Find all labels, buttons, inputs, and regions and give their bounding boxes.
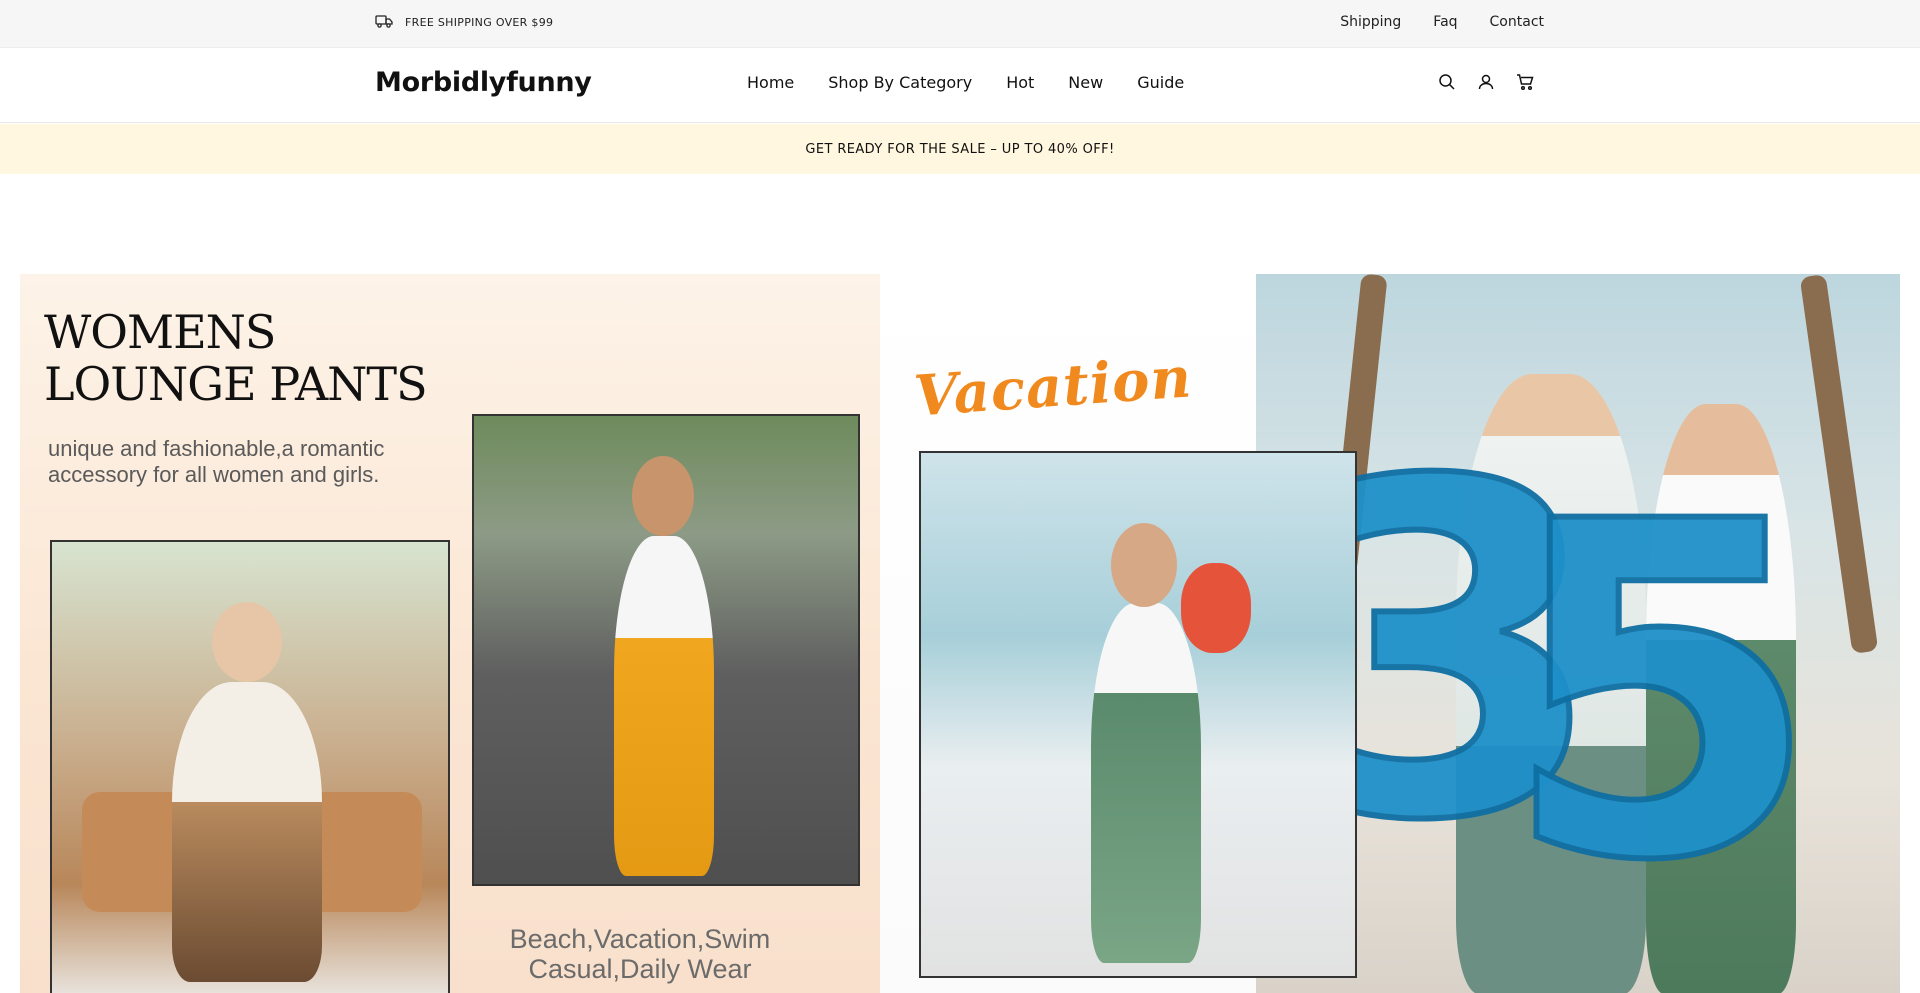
top-utility-bar: FREE SHIPPING OVER $99 Shipping Faq Cont… — [0, 0, 1920, 48]
nav-guide[interactable]: Guide — [1137, 73, 1184, 92]
model-figure — [614, 536, 714, 876]
hero-photo-floral-yellow-pants — [472, 414, 860, 886]
nav-home[interactable]: Home — [747, 73, 794, 92]
contact-link[interactable]: Contact — [1490, 14, 1544, 30]
hero-banner[interactable]: WOMENS LOUNGE PANTS unique and fashionab… — [20, 274, 1900, 993]
model-figure — [1091, 603, 1201, 963]
truck-icon — [375, 14, 393, 31]
hero-left-panel: WOMENS LOUNGE PANTS unique and fashionab… — [20, 274, 880, 993]
baby-figure — [1181, 563, 1251, 653]
utility-links: Shipping Faq Contact — [1340, 14, 1544, 30]
nav-hot[interactable]: Hot — [1006, 73, 1034, 92]
cart-icon[interactable] — [1515, 72, 1535, 92]
sale-announcement-bar[interactable]: GET READY FOR THE SALE – UP TO 40% OFF! — [0, 124, 1920, 174]
search-icon[interactable] — [1437, 72, 1457, 92]
hero-photo-green-floral-pants — [919, 451, 1357, 978]
sale-announcement-text: GET READY FOR THE SALE – UP TO 40% OFF! — [805, 141, 1115, 157]
hero-photo-leopard-pants — [50, 540, 450, 993]
faq-link[interactable]: Faq — [1433, 14, 1457, 30]
free-shipping-notice: FREE SHIPPING OVER $99 — [375, 14, 553, 31]
model-figure — [172, 682, 322, 982]
model-head — [212, 602, 282, 682]
nav-shop-by-category[interactable]: Shop By Category — [828, 73, 972, 92]
hero-title: WOMENS LOUNGE PANTS — [44, 305, 428, 411]
main-nav: Home Shop By Category Hot New Guide — [747, 73, 1184, 92]
site-logo[interactable]: Morbidlyfunny — [375, 67, 592, 98]
model-head — [632, 456, 694, 536]
free-shipping-text: FREE SHIPPING OVER $99 — [405, 16, 554, 29]
shipping-link[interactable]: Shipping — [1340, 14, 1401, 30]
site-header: Morbidlyfunny Home Shop By Category Hot … — [0, 48, 1920, 123]
nav-new[interactable]: New — [1068, 73, 1103, 92]
balloon-digit: 5 — [1498, 426, 1824, 961]
account-icon[interactable] — [1476, 72, 1496, 92]
model-head — [1111, 523, 1177, 607]
hero-caption: Beach,Vacation,Swim Casual,Daily Wear — [509, 924, 771, 984]
hero-subtitle: unique and fashionable,a romantic access… — [48, 436, 385, 487]
header-actions — [1437, 72, 1535, 92]
